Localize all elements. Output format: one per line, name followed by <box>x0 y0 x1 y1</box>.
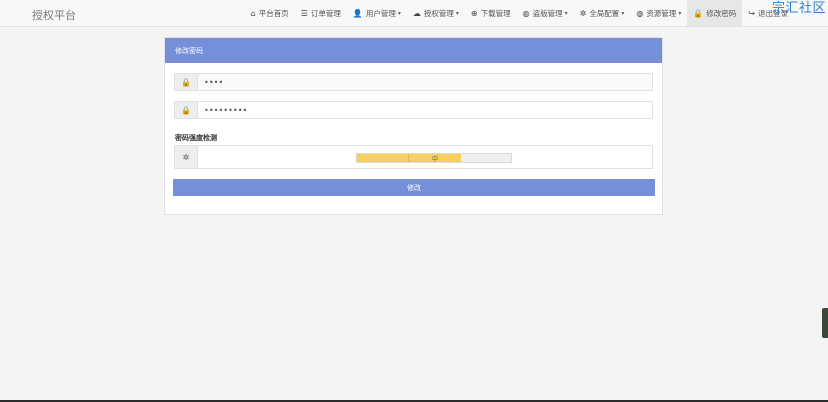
home-icon: ⌂ <box>250 8 256 18</box>
nav-change-password-label: 修改密码 <box>706 8 737 18</box>
old-password-group: 🔒 <box>174 73 653 91</box>
nav-license-label: 授权管理 <box>423 8 454 18</box>
strength-segment-low <box>357 154 409 162</box>
caret-down-icon: ▾ <box>678 9 682 17</box>
strength-row: ✲ 中 <box>174 145 653 169</box>
change-password-panel: 修改密码 🔒 🔒 密码强度检测 ✲ 中 修改 <box>164 37 663 215</box>
nav-resources-label: 资源管理 <box>646 8 677 18</box>
nav-piracy-label: 盗版管理 <box>532 8 563 18</box>
caret-down-icon: ▾ <box>564 9 568 17</box>
nav-users-label: 用户管理 <box>365 8 396 18</box>
nav-users[interactable]: 👤 用户管理 ▾ <box>347 0 407 26</box>
nav-global-config-label: 全局配置 <box>589 8 620 18</box>
main-nav: ⌂ 平台首页 ☰ 订单管理 👤 用户管理 ▾ ☁ 授权管理 ▾ ⊕ 下载管理 ◍… <box>245 0 828 27</box>
top-navbar: 授权平台 ⌂ 平台首页 ☰ 订单管理 👤 用户管理 ▾ ☁ 授权管理 ▾ ⊕ 下… <box>0 0 828 27</box>
submit-button[interactable]: 修改 <box>173 179 655 196</box>
globe-icon: ◍ <box>522 8 530 18</box>
lock-icon: 🔒 <box>693 8 704 18</box>
gear-icon: ✲ <box>175 146 198 168</box>
nav-resources[interactable]: ◍ 资源管理 ▾ <box>630 0 687 26</box>
download-icon: ⊕ <box>470 8 478 18</box>
nav-home[interactable]: ⌂ 平台首页 <box>245 0 295 26</box>
caret-down-icon: ▾ <box>621 9 625 17</box>
brand-title[interactable]: 授权平台 <box>32 7 76 23</box>
gear-icon: ✲ <box>579 8 587 18</box>
caret-down-icon: ▾ <box>455 9 459 17</box>
nav-license[interactable]: ☁ 授权管理 ▾ <box>407 0 465 26</box>
strength-label: 密码强度检测 <box>175 134 217 142</box>
cloud-icon: ☁ <box>412 8 421 18</box>
nav-change-password[interactable]: 🔒 修改密码 <box>687 0 743 26</box>
globe-icon: ◍ <box>636 8 644 18</box>
lock-icon: 🔒 <box>175 102 198 118</box>
watermark-text: 宗汇社区 <box>771 1 826 16</box>
nav-downloads[interactable]: ⊕ 下载管理 <box>465 0 517 26</box>
side-scroll-handle[interactable] <box>822 308 828 338</box>
user-icon: 👤 <box>352 8 363 18</box>
nav-home-label: 平台首页 <box>258 8 289 18</box>
nav-downloads-label: 下载管理 <box>480 8 511 18</box>
old-password-field[interactable] <box>198 74 652 90</box>
lock-icon: 🔒 <box>175 74 198 90</box>
strength-segment-mid: 中 <box>409 154 461 163</box>
nav-orders-label: 订单管理 <box>310 8 341 18</box>
list-icon: ☰ <box>300 8 308 18</box>
strength-meter: 中 <box>356 153 512 163</box>
nav-orders[interactable]: ☰ 订单管理 <box>295 0 347 26</box>
panel-title: 修改密码 <box>165 38 662 63</box>
new-password-group: 🔒 <box>174 101 653 119</box>
nav-global-config[interactable]: ✲ 全局配置 ▾ <box>574 0 631 26</box>
nav-piracy[interactable]: ◍ 盗版管理 ▾ <box>517 0 574 26</box>
caret-down-icon: ▾ <box>397 9 401 17</box>
new-password-field[interactable] <box>198 102 652 118</box>
logout-icon: ↪ <box>748 8 755 18</box>
